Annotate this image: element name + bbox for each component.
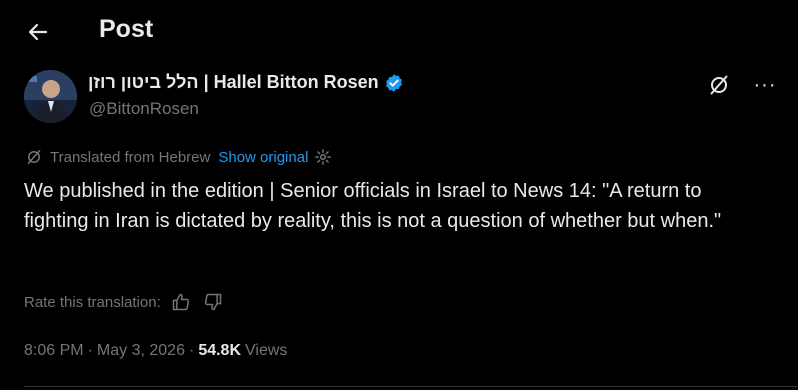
page-header: Post xyxy=(0,0,798,64)
rate-translation-label: Rate this translation: xyxy=(24,293,161,311)
post-date[interactable]: May 3, 2026 xyxy=(97,342,185,360)
meta-separator: · xyxy=(188,342,195,359)
more-icon[interactable]: ··· xyxy=(752,72,778,98)
grok-translate-icon xyxy=(24,147,44,167)
translation-notice: Translated from Hebrew Show original xyxy=(24,147,332,167)
arrow-left-icon xyxy=(28,23,48,41)
author-display-name[interactable]: הלל ביטון רוזן | Hallel Bitton Rosen xyxy=(88,72,379,93)
thumbs-up-icon[interactable] xyxy=(169,290,193,314)
back-button[interactable] xyxy=(22,16,54,48)
verified-badge-icon xyxy=(384,73,404,93)
grok-translate-icon[interactable] xyxy=(706,72,732,98)
thumbs-down-icon[interactable] xyxy=(201,290,225,314)
meta-separator: · xyxy=(87,342,93,359)
post-author: הלל ביטון רוזן | Hallel Bitton Rosen @Bi… xyxy=(24,68,784,124)
author-handle[interactable]: @BittonRosen xyxy=(89,99,199,119)
page-title: Post xyxy=(99,15,154,43)
post-text: We published in the edition | Senior off… xyxy=(24,180,722,232)
show-original-link[interactable]: Show original xyxy=(218,149,308,166)
post-actions: ··· xyxy=(706,72,778,98)
avatar[interactable] xyxy=(24,70,77,123)
post-meta: 8:06 PM · May 3, 2026 · 54.8K Views xyxy=(24,342,287,360)
divider xyxy=(24,386,798,387)
post-time[interactable]: 8:06 PM xyxy=(24,342,84,360)
rate-translation: Rate this translation: xyxy=(24,290,225,314)
author-name-row: הלל ביטון רוזן | Hallel Bitton Rosen xyxy=(88,72,404,93)
translated-label: Translated from Hebrew xyxy=(50,148,211,166)
views-count: 54.8K xyxy=(198,342,242,359)
views-label: Views xyxy=(245,342,288,359)
gear-icon[interactable] xyxy=(314,148,332,166)
